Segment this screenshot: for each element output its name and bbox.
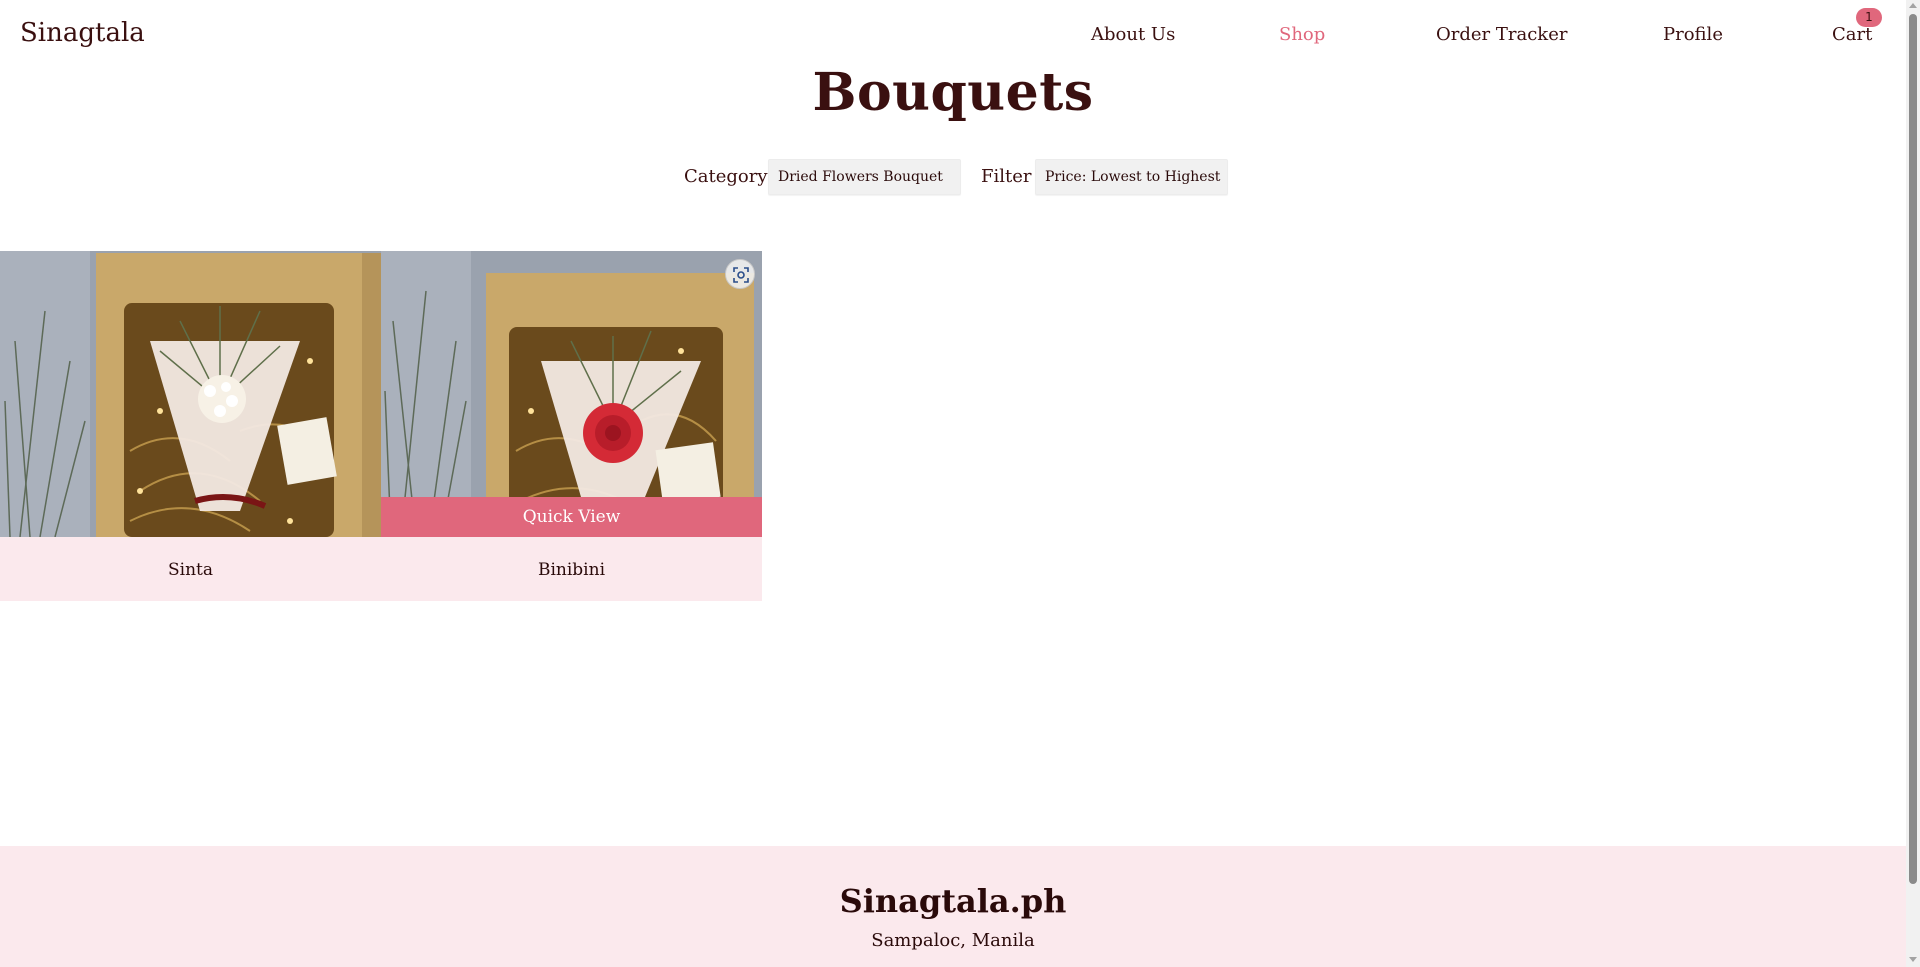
product-name[interactable]: Binibini <box>381 560 762 580</box>
category-select[interactable]: Dried Flowers Bouquet <box>768 159 961 195</box>
bouquet-photo <box>0 251 381 537</box>
product-card-sinta[interactable]: Sinta <box>0 251 381 601</box>
category-label: Category <box>684 166 768 187</box>
product-image[interactable] <box>0 251 381 537</box>
nav-shop[interactable]: Shop <box>1279 24 1325 45</box>
nav-profile[interactable]: Profile <box>1663 24 1723 45</box>
footer-brand: Sinagtala.ph <box>839 882 1067 920</box>
site-footer: Sinagtala.ph Sampaloc, Manila <box>0 846 1906 967</box>
product-card-binibini[interactable]: Quick View Binibini <box>381 251 762 601</box>
scroll-up-arrow-icon[interactable] <box>1909 3 1917 8</box>
cart-count-badge: 1 <box>1856 8 1882 27</box>
sort-filter-select[interactable]: Price: Lowest to Highest <box>1035 159 1228 195</box>
scrollbar-thumb[interactable] <box>1909 14 1917 884</box>
nav-about-us[interactable]: About Us <box>1091 24 1175 45</box>
bouquet-photo <box>381 251 762 537</box>
product-image[interactable]: Quick View <box>381 251 762 537</box>
quick-view-button[interactable]: Quick View <box>381 497 762 537</box>
footer-location: Sampaloc, Manila <box>871 930 1035 951</box>
nav-order-tracker[interactable]: Order Tracker <box>1436 24 1567 45</box>
visual-search-icon[interactable] <box>725 259 755 289</box>
nav-cart[interactable]: Cart <box>1832 24 1872 45</box>
page-title: Bouquets <box>812 62 1094 123</box>
site-header: Sinagtala About Us Shop Order Tracker Pr… <box>0 0 1906 70</box>
site-logo[interactable]: Sinagtala <box>20 18 145 48</box>
vertical-scrollbar[interactable] <box>1906 0 1920 967</box>
scroll-down-arrow-icon[interactable] <box>1909 957 1917 962</box>
filter-label: Filter <box>981 166 1032 187</box>
product-name[interactable]: Sinta <box>0 560 381 580</box>
